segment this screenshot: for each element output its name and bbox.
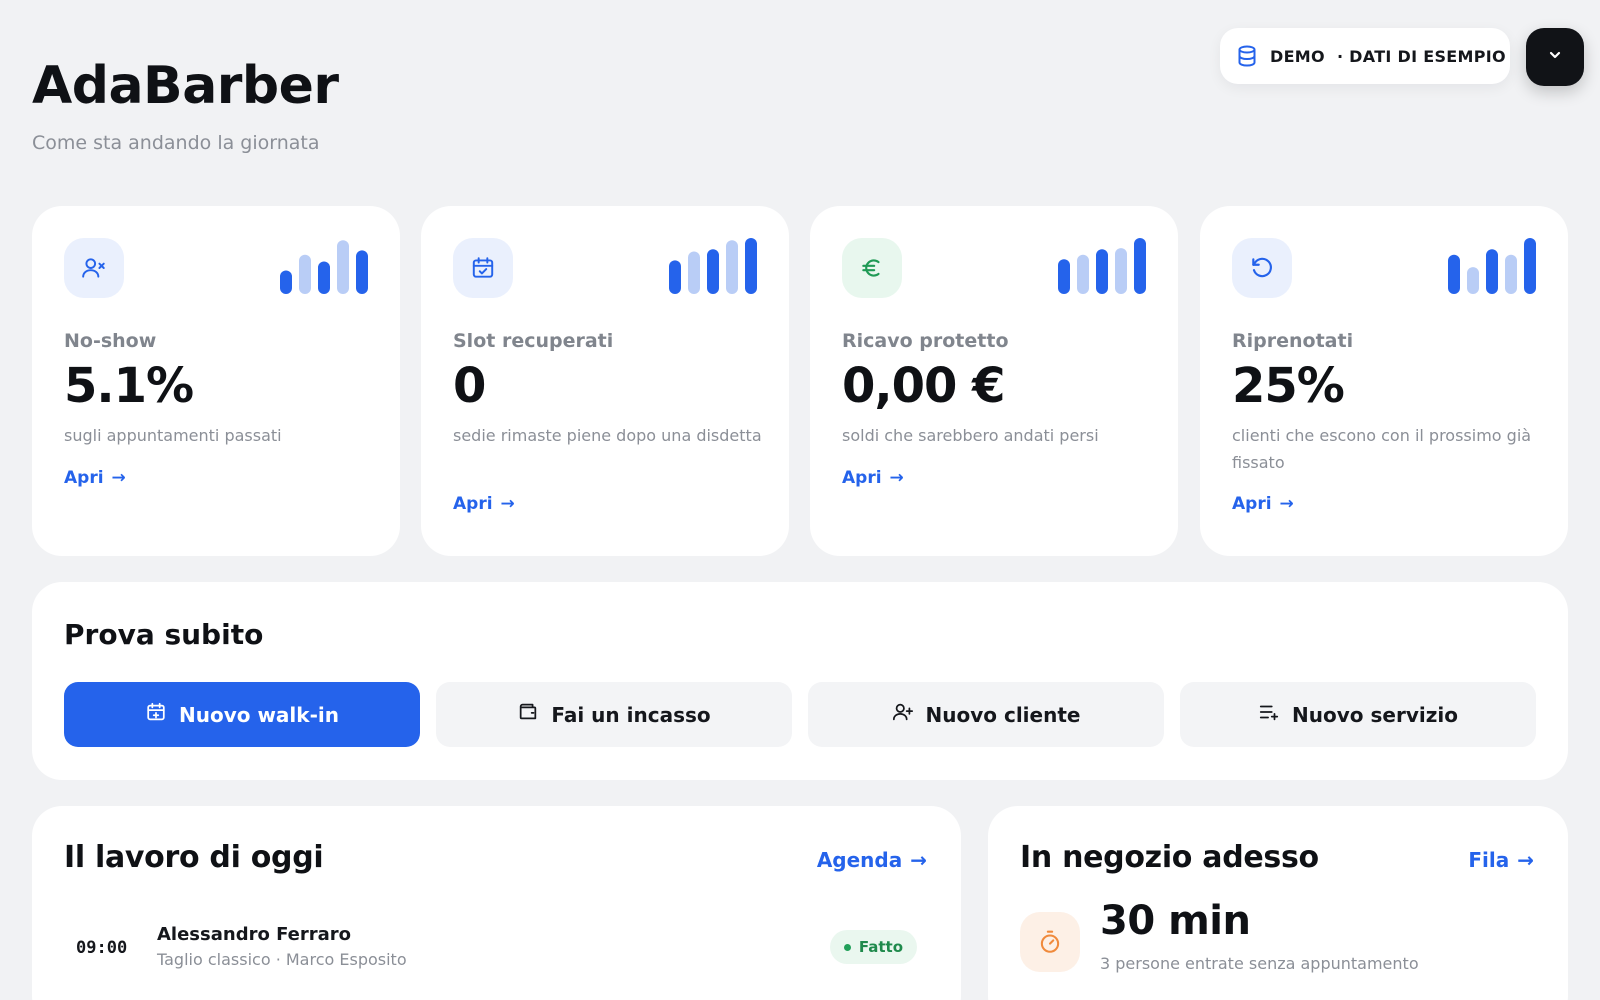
- trend-bar: [1134, 238, 1146, 294]
- calendar-check-icon: [453, 238, 513, 298]
- new-service-button[interactable]: Nuovo servizio: [1180, 682, 1536, 747]
- trend-bar: [1524, 238, 1536, 294]
- quick-actions-title: Prova subito: [64, 618, 264, 651]
- kpi-label: No-show: [64, 330, 157, 352]
- kpi-open-link[interactable]: Apri →: [64, 468, 126, 488]
- page-subtitle: Come sta andando la giornata: [32, 132, 320, 154]
- trend-bar: [745, 238, 757, 294]
- trend-bar: [337, 240, 349, 294]
- trend-bars: [1058, 238, 1146, 294]
- checkout-button[interactable]: Fai un incasso: [436, 682, 792, 747]
- kpi-description: sugli appuntamenti passati: [64, 426, 282, 445]
- arrow-right-icon: →: [889, 468, 904, 488]
- today-work-title: Il lavoro di oggi: [64, 840, 324, 875]
- kpi-description: clienti che escono con il prossimo già f…: [1232, 426, 1532, 472]
- kpi-open-link[interactable]: Apri →: [453, 494, 515, 514]
- button-label: Nuovo walk-in: [179, 702, 339, 727]
- arrow-right-icon: →: [500, 494, 515, 514]
- quick-actions-card: Prova subito Nuovo walk-in Fai un incass…: [32, 582, 1568, 780]
- kpi-value: 5.1%: [64, 358, 194, 414]
- kpi-card-riprenotati: Riprenotati 25% clienti che escono con i…: [1200, 206, 1568, 556]
- trend-bar: [1505, 254, 1517, 294]
- trend-bars: [669, 238, 757, 294]
- trend-bar: [1115, 248, 1127, 294]
- appointment-details: Taglio classico · Marco Esposito: [157, 950, 407, 969]
- kpi-value: 0: [453, 358, 486, 414]
- button-label: Fai un incasso: [551, 702, 711, 727]
- button-label: Nuovo servizio: [1292, 702, 1458, 727]
- timer-icon: [1020, 912, 1080, 972]
- chevron-down-icon: [1547, 47, 1563, 67]
- trend-bar: [1486, 249, 1498, 294]
- trend-bar: [1467, 267, 1479, 294]
- trend-bar: [707, 249, 719, 294]
- database-icon: [1236, 45, 1258, 67]
- kpi-card-slot-recuperati: Slot recuperati 0 sedie rimaste piene do…: [421, 206, 789, 556]
- client-name: Alessandro Ferraro: [157, 924, 352, 945]
- user-x-icon: [64, 238, 124, 298]
- kpi-open-link[interactable]: Apri →: [842, 468, 904, 488]
- wait-time-value: 30 min: [1100, 898, 1251, 944]
- trend-bar: [669, 260, 681, 294]
- arrow-right-icon: →: [910, 848, 927, 872]
- trend-bar: [1096, 249, 1108, 294]
- euro-icon: [842, 238, 902, 298]
- calendar-plus-icon: [145, 701, 167, 728]
- kpi-card-ricavo-protetto: Ricavo protetto 0,00 € soldi che sarebbe…: [810, 206, 1178, 556]
- new-client-button[interactable]: Nuovo cliente: [808, 682, 1164, 747]
- kpi-open-link[interactable]: Apri →: [1232, 494, 1294, 514]
- trend-bar: [688, 251, 700, 294]
- new-walk-in-button[interactable]: Nuovo walk-in: [64, 682, 420, 747]
- rotate-ccw-icon: [1232, 238, 1292, 298]
- in-shop-panel: In negozio adesso Fila → 30 min 3 persone…: [988, 806, 1568, 1000]
- kpi-description: soldi che sarebbero andati persi: [842, 426, 1099, 445]
- button-label: Nuovo cliente: [925, 702, 1081, 727]
- appointment-time: 09:00: [76, 938, 128, 958]
- list-plus-icon: [1258, 701, 1280, 728]
- queue-link[interactable]: Fila →: [1468, 848, 1534, 872]
- trend-bar: [356, 250, 368, 294]
- wallet-icon: [517, 701, 539, 728]
- agenda-link[interactable]: Agenda →: [817, 848, 927, 872]
- kpi-card-no-show: No-show 5.1% sugli appuntamenti passati …: [32, 206, 400, 556]
- brand-logo: AdaBarber: [32, 56, 339, 116]
- demo-note: · DATI DI ESEMPIO: [1336, 46, 1506, 66]
- trend-bars: [1448, 238, 1536, 294]
- status-dot: [843, 943, 851, 951]
- trend-bar: [1448, 254, 1460, 294]
- kpi-label: Slot recuperati: [453, 330, 614, 352]
- arrow-right-icon: →: [1517, 848, 1534, 872]
- kpi-label: Ricavo protetto: [842, 330, 1009, 352]
- kpi-value: 25%: [1232, 358, 1345, 414]
- kpi-description: sedie rimaste piene dopo una disdetta: [453, 426, 762, 445]
- account-menu-button[interactable]: [1526, 28, 1584, 86]
- today-work-panel: Il lavoro di oggi Agenda → 09:00 Alessand…: [32, 806, 961, 1000]
- demo-mode-pill[interactable]: DEMO · DATI DI ESEMPIO: [1220, 28, 1510, 84]
- trend-bar: [299, 254, 311, 294]
- demo-label: DEMO: [1270, 46, 1325, 66]
- arrow-right-icon: →: [1279, 494, 1294, 514]
- trend-bar: [280, 270, 292, 294]
- trend-bar: [318, 261, 330, 294]
- arrow-right-icon: →: [111, 468, 126, 488]
- trend-bars: [280, 240, 368, 294]
- in-shop-title: In negozio adesso: [1020, 840, 1319, 875]
- trend-bar: [1077, 254, 1089, 294]
- trend-bar: [1058, 259, 1070, 294]
- kpi-label: Riprenotati: [1232, 330, 1354, 352]
- status-badge: Fatto: [829, 930, 917, 964]
- wait-time-description: 3 persone entrate senza appuntamento: [1100, 954, 1419, 973]
- kpi-value: 0,00 €: [842, 358, 1006, 414]
- user-plus-icon: [892, 701, 914, 728]
- trend-bar: [726, 240, 738, 294]
